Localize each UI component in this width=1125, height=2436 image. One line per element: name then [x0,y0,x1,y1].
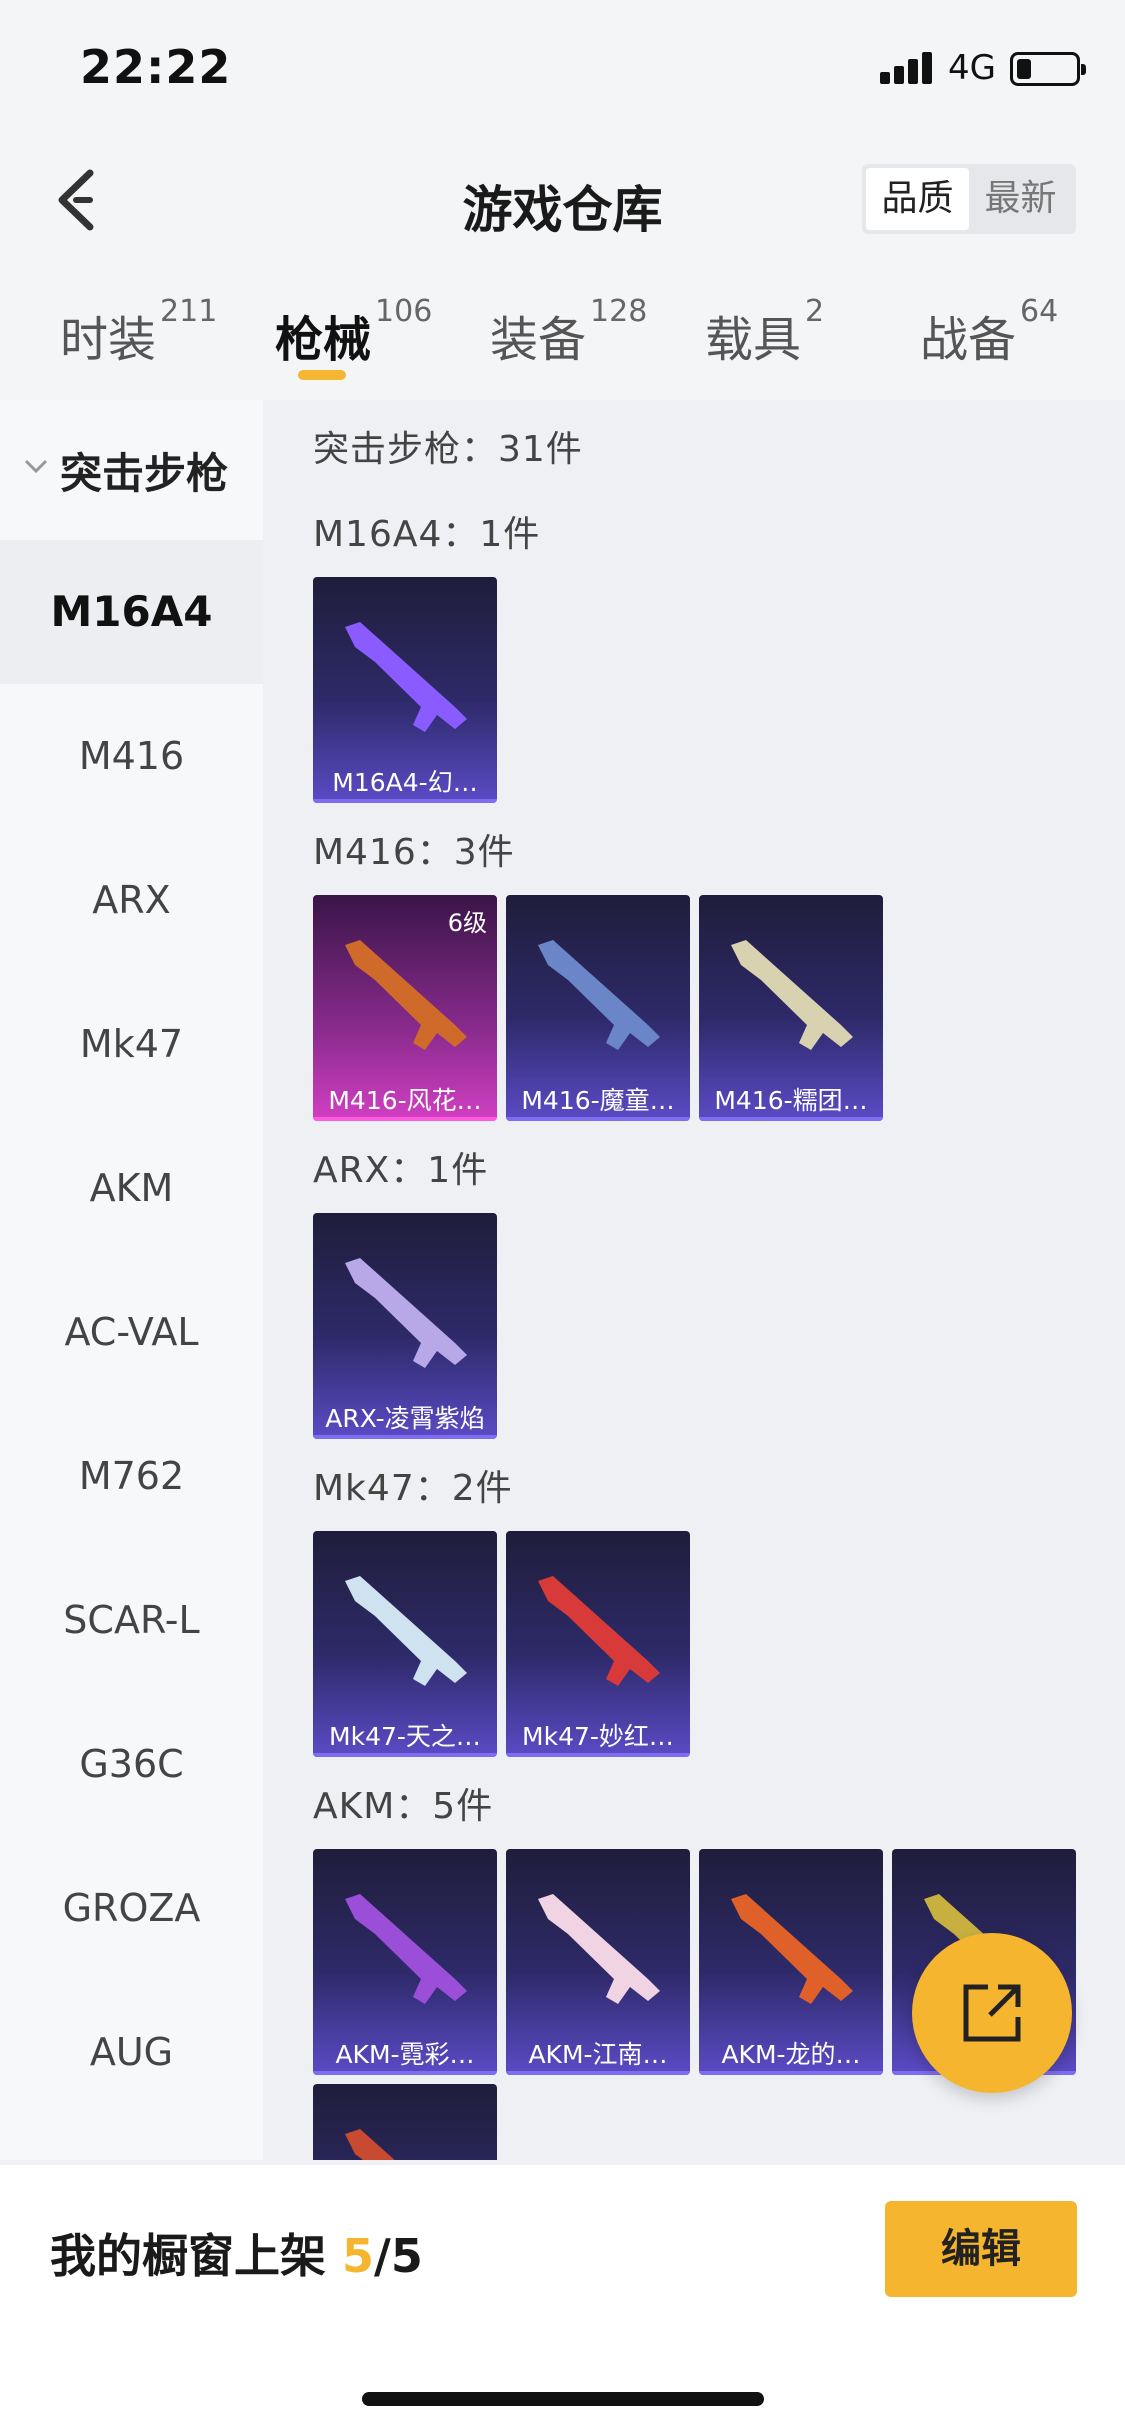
rifle-icon [345,1576,467,1686]
rifle-icon [538,940,660,1050]
card-rarity-stripe [699,1117,883,1121]
rifle-icon [538,1576,660,1686]
sidebar-item-m762[interactable]: M762 [0,1404,263,1548]
sidebar-item-m416[interactable]: M416 [0,684,263,828]
signal-icon [880,50,936,84]
card-rarity-stripe [699,2071,883,2075]
header: 游戏仓库 品质 最新 [0,130,1125,270]
tab-firearms[interactable]: 枪械106 [275,294,432,370]
weapon-card[interactable]: AKM-龙的… [699,1849,883,2075]
category-tabs: 时装211 枪械106 装备128 载具2 战备64 [0,270,1125,400]
card-rarity-stripe [506,1753,690,1757]
section-title: Mk47：2件 [313,1468,513,1509]
bottom-bar: 我的橱窗上架 5/5 编辑 [0,2165,1125,2436]
sort-toggle: 品质 最新 [862,164,1076,234]
sidebar-item-aug[interactable]: AUG [0,1980,263,2124]
weapon-card[interactable]: M416-糯团… [699,895,883,1121]
sidebar-item-m16a4[interactable]: M16A4 [0,540,263,684]
weapon-card[interactable]: Mk47-妙红… [506,1531,690,1757]
section-title: ARX：1件 [313,1150,489,1191]
card-rarity-stripe [506,2071,690,2075]
sidebar-item-arx[interactable]: ARX [0,828,263,972]
card-rarity-stripe [313,799,497,803]
edit-button[interactable]: 编辑 [885,2201,1077,2297]
rifle-icon [345,1894,467,2004]
sidebar-item-groza[interactable]: GROZA [0,1836,263,1980]
weapon-card-label: AKM-龙的… [721,2040,861,2069]
weapon-card-label: AKM-霓彩… [335,2040,475,2069]
chevron-down-icon [24,459,48,474]
weapon-card-label: M416-魔童… [521,1086,675,1115]
tab-vehicles[interactable]: 载具2 [705,294,824,370]
battery-icon [1010,52,1086,86]
share-button[interactable] [912,1933,1072,2093]
rifle-icon [345,940,467,1050]
share-icon [963,1984,1021,2042]
showcase-shelf-status: 我的橱窗上架 5/5 [50,2229,423,2283]
sidebar-category-header[interactable]: 突击步枪 [0,400,263,540]
weapon-card-label: ARX-凌霄紫焰 [325,1404,485,1433]
network-label: 4G [948,48,996,88]
weapon-card[interactable]: 6级 M416-风花… [313,895,497,1121]
card-rarity-stripe [313,1435,497,1439]
sidebar-item-scar-l[interactable]: SCAR-L [0,1548,263,1692]
card-rarity-stripe [313,2071,497,2075]
shelf-used-count: 5 [342,2229,375,2283]
weapon-sidebar: 突击步枪 M16A4 M416 ARX Mk47 AKM AC-VAL M762… [0,400,263,2160]
weapon-card-label: Mk47-天之… [329,1722,481,1751]
section-title: AKM：5件 [313,1786,494,1827]
weapon-card-label: M16A4-幻… [332,768,478,797]
sort-quality-option[interactable]: 品质 [866,168,969,230]
rifle-icon [538,1894,660,2004]
sort-newest-option[interactable]: 最新 [969,168,1072,230]
weapon-card[interactable]: AKM-霓彩… [313,1849,497,2075]
weapon-card-label: Mk47-妙红… [522,1722,674,1751]
rifle-icon [731,1894,853,2004]
sidebar-item-akm[interactable]: AKM [0,1116,263,1260]
card-rarity-stripe [313,1117,497,1121]
weapon-card[interactable]: M16A4-幻… [313,577,497,803]
summary-count: 突击步枪：31件 [313,429,583,470]
rifle-icon [731,940,853,1050]
sidebar-category-label: 突击步枪 [60,449,229,498]
weapon-grid: 突击步枪：31件 M16A4：1件 M16A4-幻… M416：3件 6级 M4… [263,400,1125,2160]
section-title: M16A4：1件 [313,514,541,555]
tab-fashion[interactable]: 时装211 [60,294,217,370]
weapon-card[interactable]: ARX-凌霄紫焰 [313,1213,497,1439]
weapon-card[interactable]: AKM-江南… [506,1849,690,2075]
status-bar: 22:22 4G [0,0,1125,130]
tab-equipment[interactable]: 装备128 [490,294,647,370]
section-title: M416：3件 [313,832,515,873]
sidebar-item-mk47[interactable]: Mk47 [0,972,263,1116]
card-rarity-stripe [313,1753,497,1757]
rifle-icon [345,622,467,732]
weapon-card-label: M416-糯团… [714,1086,868,1115]
weapon-card[interactable]: Mk47-天之… [313,1531,497,1757]
active-tab-indicator [298,370,346,380]
rifle-icon [345,1258,467,1368]
rifle-icon [345,2129,395,2160]
weapon-card-label: M416-风花… [328,1086,482,1115]
weapon-card[interactable]: M416-魔童… [506,895,690,1121]
weapon-card-label: AKM-江南… [528,2040,668,2069]
card-rarity-stripe [506,1117,690,1121]
home-indicator [362,2392,764,2406]
sidebar-item-g36c[interactable]: G36C [0,1692,263,1836]
sidebar-item-ac-val[interactable]: AC-VAL [0,1260,263,1404]
status-time: 22:22 [80,40,232,94]
weapon-card[interactable] [313,2084,497,2160]
tab-battle-gear[interactable]: 战备64 [920,294,1058,370]
